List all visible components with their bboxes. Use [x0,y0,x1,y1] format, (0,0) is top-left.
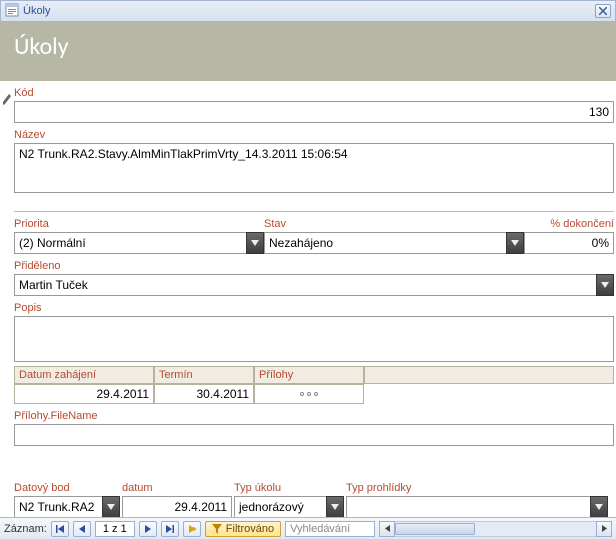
page-title: Úkoly [14,32,602,61]
popis-label: Popis [14,296,614,316]
prideleno-field[interactable]: Martin Tuček [14,274,614,296]
kod-label: Kód [14,81,614,101]
nav-last-button[interactable] [161,521,179,537]
chevron-down-icon [511,240,519,246]
scroll-track[interactable] [395,521,596,537]
col-prilohy[interactable]: Přílohy [254,366,364,384]
cell-prilohy[interactable] [254,384,364,404]
first-icon [56,525,64,533]
attachment-dot-icon [307,392,311,396]
chevron-down-icon [251,240,259,246]
search-input[interactable]: Vyhledávání [285,521,375,537]
close-icon [599,7,607,15]
cell-termin[interactable]: 30.4.2011 [154,384,254,404]
typ-ukolu-dropdown-button[interactable] [326,496,344,518]
nav-prev-button[interactable] [73,521,91,537]
chevron-down-icon [107,504,115,510]
filter-indicator[interactable]: Filtrováno [205,521,281,537]
popis-field[interactable] [14,316,614,362]
kod-field[interactable]: 130 [14,101,614,123]
priorita-dropdown-button[interactable] [246,232,264,254]
chevron-down-icon [595,504,603,510]
attachment-dot-icon [300,392,304,396]
typ-ukolu-label: Typ úkolu [234,476,344,496]
pencil-icon [2,92,12,106]
filter-icon [212,524,222,534]
next-icon [144,525,152,533]
scroll-thumb[interactable] [395,523,475,535]
nav-position[interactable]: 1 z 1 [95,521,135,537]
nav-new-button[interactable] [183,521,201,537]
nazev-field[interactable]: N2 Trunk.RA2.Stavy.AlmMinTlakPrimVrty_14… [14,143,614,193]
prilohy-filename-label: Přílohy.FileName [14,404,614,424]
col-empty [364,366,614,384]
chevron-down-icon [601,282,609,288]
record-nav-bar: Záznam: 1 z 1 Filtrováno Vyhledávání [0,517,616,539]
priorita-field[interactable]: (2) Normální [14,232,264,254]
dokonceni-field[interactable]: 0% [524,232,614,254]
typ-prohlidky-dropdown-button[interactable] [590,496,608,518]
dokonceni-label: % dokončení [524,212,614,232]
nav-next-button[interactable] [139,521,157,537]
prev-icon [78,525,86,533]
nazev-label: Název [14,123,614,143]
close-button[interactable] [595,4,611,18]
record-selector[interactable] [0,90,14,108]
col-termin[interactable]: Termín [154,366,254,384]
window-titlebar: Úkoly [0,0,616,22]
chevron-right-icon [601,525,608,532]
prilohy-filename-field[interactable] [14,424,614,446]
prideleno-dropdown-button[interactable] [596,274,614,296]
spacer [14,446,614,476]
stav-dropdown-button[interactable] [506,232,524,254]
dates-table: Datum zahájení Termín Přílohy 29.4.2011 … [14,366,614,404]
priorita-label: Priorita [14,212,264,232]
horizontal-scrollbar[interactable] [379,521,612,537]
typ-prohlidky-label: Typ prohlídky [346,476,608,496]
datovy-bod-label: Datový bod [14,476,120,496]
new-record-icon [188,525,196,533]
cell-empty [364,384,614,404]
stav-field[interactable]: Nezahájeno [264,232,524,254]
prideleno-label: Přiděleno [14,254,614,274]
datum-field[interactable]: 29.4.2011 [122,496,232,518]
nav-label: Záznam: [4,523,47,535]
nav-first-button[interactable] [51,521,69,537]
scroll-right-button[interactable] [596,521,612,537]
datovy-bod-dropdown-button[interactable] [102,496,120,518]
chevron-left-icon [384,525,391,532]
chevron-down-icon [331,504,339,510]
bottom-fields: Datový bod N2 Trunk.RA2 datum 29.4.2011 … [14,476,614,518]
attachment-dot-icon [314,392,318,396]
form-icon [5,3,19,20]
datum-label: datum [122,476,232,496]
col-zahajeni[interactable]: Datum zahájení [14,366,154,384]
form-header: Úkoly [0,22,616,81]
form-body: Kód 130 Název N2 Trunk.RA2.Stavy.AlmMinT… [0,81,616,518]
stav-label: Stav [264,212,524,232]
last-icon [166,525,174,533]
cell-zahajeni[interactable]: 29.4.2011 [14,384,154,404]
scroll-left-button[interactable] [379,521,395,537]
window-title: Úkoly [23,5,51,17]
typ-prohlidky-field[interactable] [346,496,608,518]
